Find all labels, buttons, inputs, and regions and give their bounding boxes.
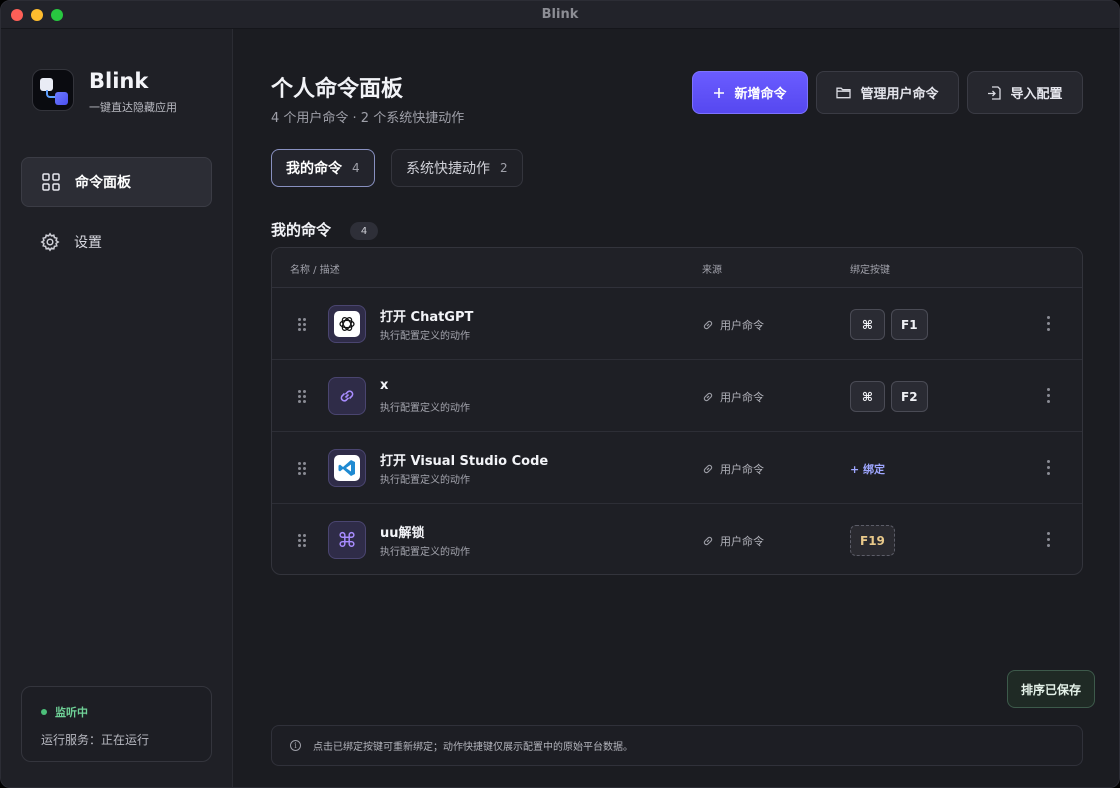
hint-bar: i 点击已绑定按键可重新绑定；动作快捷键仅展示配置中的原始平台数据。	[271, 725, 1083, 766]
grid-icon	[41, 172, 61, 192]
import-icon	[987, 85, 1002, 100]
key-cap[interactable]: ⌘	[850, 381, 885, 412]
key-cap[interactable]: F1	[891, 309, 928, 340]
folder-icon	[836, 86, 852, 99]
table-row[interactable]: ⌘ uu解锁 执行配置定义的动作 用户命令 F19	[272, 504, 1082, 574]
sidebar-item-command-panel[interactable]: 命令面板	[21, 157, 212, 207]
sidebar-item-label: 命令面板	[75, 175, 131, 191]
drag-handle-icon[interactable]	[298, 390, 306, 403]
command-name: x	[380, 378, 389, 393]
sidebar: Blink 一键直达隐藏应用 命令面板 设置 监听中 运行服务：正在运行	[1, 29, 233, 787]
sidebar-item-settings[interactable]: 设置	[21, 217, 212, 267]
page-subtitle: 4 个用户命令 · 2 个系统快捷动作	[271, 111, 465, 126]
import-config-label: 导入配置	[1010, 87, 1063, 102]
add-command-button[interactable]: 新增命令	[692, 71, 808, 114]
more-options-icon[interactable]	[1047, 460, 1051, 476]
more-options-icon[interactable]	[1047, 316, 1051, 332]
command-icon: ⌘	[328, 521, 366, 559]
chatgpt-icon	[328, 305, 366, 343]
section-count-badge: 4	[350, 222, 378, 240]
column-header-binding: 绑定按键	[850, 265, 890, 276]
link-icon	[703, 464, 713, 474]
window-title: Blink	[541, 7, 579, 22]
table-row[interactable]: x 执行配置定义的动作 用户命令 ⌘ F2	[272, 360, 1082, 432]
key-binding[interactable]: F19	[850, 525, 901, 556]
more-options-icon[interactable]	[1047, 532, 1051, 548]
plus-icon	[713, 87, 725, 99]
key-binding[interactable]: ⌘ F1	[850, 309, 934, 340]
tab-my-commands[interactable]: 我的命令 4	[271, 149, 375, 187]
table-row[interactable]: 打开 Visual Studio Code 执行配置定义的动作 用户命令 + 绑…	[272, 432, 1082, 504]
service-status: 运行服务：正在运行	[41, 733, 150, 747]
bind-key-button[interactable]: + 绑定	[850, 461, 885, 477]
source-label: 用户命令	[720, 391, 764, 404]
source-label: 用户命令	[720, 535, 764, 548]
link-icon	[703, 536, 713, 546]
table-row[interactable]: 打开 ChatGPT 执行配置定义的动作 用户命令 ⌘ F1	[272, 288, 1082, 360]
manage-user-commands-button[interactable]: 管理用户命令	[816, 71, 959, 114]
gear-icon	[40, 232, 60, 252]
table-header: 名称 / 描述 来源 绑定按键	[272, 248, 1082, 288]
info-icon: i	[290, 740, 301, 751]
commands-table: 名称 / 描述 来源 绑定按键 打开 ChatGPT 执行配置定义的动作 用户命…	[271, 247, 1083, 575]
more-options-icon[interactable]	[1047, 388, 1051, 404]
tab-count: 4	[352, 161, 360, 175]
key-cap[interactable]: F19	[850, 525, 895, 556]
vscode-icon	[328, 449, 366, 487]
column-header-source: 来源	[702, 265, 722, 276]
source-label: 用户命令	[720, 463, 764, 476]
command-name: uu解锁	[380, 526, 425, 541]
key-cap[interactable]: ⌘	[850, 309, 885, 340]
status-label: 监听中	[55, 706, 88, 719]
source-label: 用户命令	[720, 319, 764, 332]
hint-text: 点击已绑定按键可重新绑定；动作快捷键仅展示配置中的原始平台数据。	[313, 742, 633, 753]
title-bar: Blink	[1, 1, 1119, 29]
column-header-name: 名称 / 描述	[290, 265, 340, 276]
app-window: Blink Blink 一键直达隐藏应用 命令面板 设置 监听中 运行服务：正在…	[0, 0, 1120, 788]
import-config-button[interactable]: 导入配置	[967, 71, 1083, 114]
command-source: 用户命令	[702, 389, 764, 405]
tab-label: 系统快捷动作	[406, 161, 490, 177]
brand-name: Blink	[89, 69, 149, 93]
command-description: 执行配置定义的动作	[380, 547, 470, 558]
main-content: 个人命令面板 4 个用户命令 · 2 个系统快捷动作 新增命令 管理用户命令 导…	[233, 29, 1119, 787]
command-description: 执行配置定义的动作	[380, 475, 470, 486]
tab-label: 我的命令	[286, 161, 342, 177]
link-icon	[703, 392, 713, 402]
blink-logo-icon	[32, 69, 74, 111]
key-cap[interactable]: F2	[891, 381, 928, 412]
sidebar-item-label: 设置	[74, 235, 102, 251]
section-title: 我的命令	[271, 221, 332, 239]
status-panel: 监听中 运行服务：正在运行	[21, 686, 212, 762]
drag-handle-icon[interactable]	[298, 462, 306, 475]
page-title: 个人命令面板	[271, 77, 404, 102]
tab-system-actions[interactable]: 系统快捷动作 2	[391, 149, 523, 187]
command-name: 打开 Visual Studio Code	[380, 454, 549, 469]
link-icon	[328, 377, 366, 415]
add-command-label: 新增命令	[734, 87, 787, 102]
status-indicator-icon	[41, 709, 47, 715]
brand-tagline: 一键直达隐藏应用	[89, 101, 177, 114]
tab-count: 2	[500, 161, 508, 175]
sort-saved-toast: 排序已保存	[1007, 670, 1095, 708]
command-name: 打开 ChatGPT	[380, 310, 474, 325]
command-description: 执行配置定义的动作	[380, 331, 470, 342]
drag-handle-icon[interactable]	[298, 318, 306, 331]
command-source: 用户命令	[702, 533, 764, 549]
manage-user-commands-label: 管理用户命令	[860, 87, 939, 102]
key-binding[interactable]: ⌘ F2	[850, 381, 934, 412]
command-description: 执行配置定义的动作	[380, 403, 470, 414]
drag-handle-icon[interactable]	[298, 534, 306, 547]
command-source: 用户命令	[702, 317, 764, 333]
link-icon	[703, 320, 713, 330]
command-source: 用户命令	[702, 461, 764, 477]
